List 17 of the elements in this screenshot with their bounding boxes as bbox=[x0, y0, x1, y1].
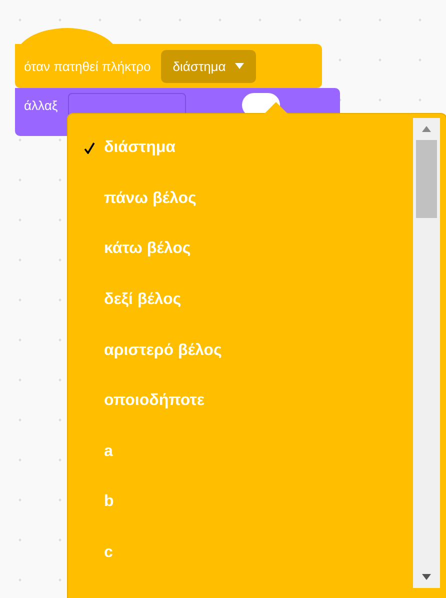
menu-item[interactable]: b bbox=[68, 477, 413, 528]
scrollbar-thumb[interactable] bbox=[416, 140, 437, 218]
menu-item[interactable]: δεξί βέλος bbox=[68, 274, 413, 326]
key-dropdown[interactable]: διάστημα bbox=[160, 50, 256, 82]
block-label: όταν πατηθεί πλήκτρο bbox=[24, 58, 151, 74]
menu-item[interactable]: πάνω βέλος bbox=[68, 174, 413, 224]
caret-icon bbox=[234, 63, 244, 69]
menu-item[interactable]: αριστερό βέλος bbox=[68, 325, 413, 376]
scroll-up-icon[interactable] bbox=[422, 126, 431, 132]
menu-item[interactable]: c bbox=[68, 528, 413, 578]
block-label: άλλαξ bbox=[24, 98, 58, 112]
scrollbar[interactable] bbox=[413, 118, 440, 588]
scroll-down-icon[interactable] bbox=[422, 574, 431, 580]
event-block[interactable]: όταν πατηθεί πλήκτρο διάστημα bbox=[15, 44, 322, 88]
menu-item[interactable]: κάτω βέλος bbox=[68, 224, 413, 275]
menu-item[interactable]: a bbox=[68, 426, 413, 478]
menu-item[interactable]: οποιοδήποτε bbox=[68, 376, 413, 427]
